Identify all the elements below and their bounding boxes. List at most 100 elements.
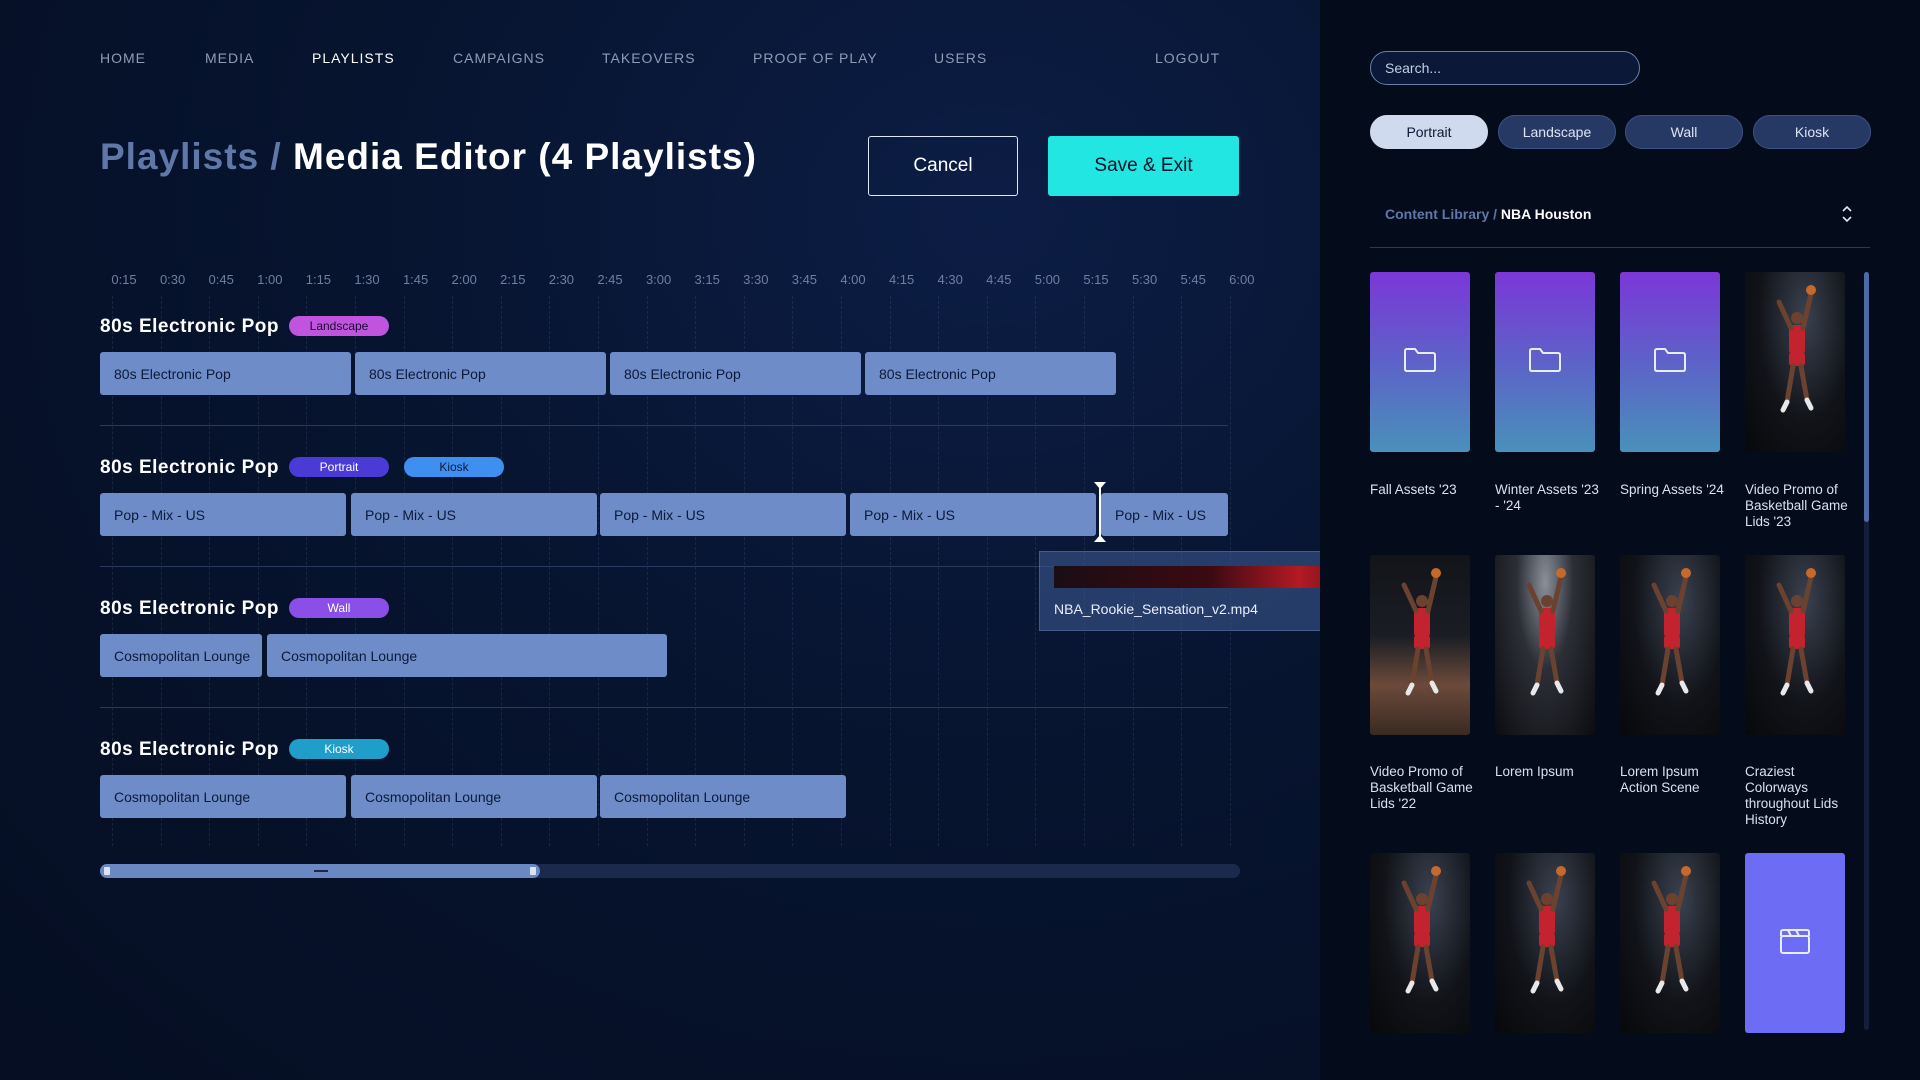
playlist-clip[interactable]: 80s Electronic Pop bbox=[100, 352, 351, 395]
library-tile-label: Craziest Colorways throughout Lids Histo… bbox=[1745, 764, 1839, 827]
nav-home[interactable]: HOME bbox=[100, 50, 146, 66]
clapperboard-icon bbox=[1778, 927, 1812, 960]
row-divider bbox=[100, 707, 1228, 708]
scrollbar-right-handle[interactable] bbox=[530, 867, 536, 875]
nav-takeovers[interactable]: TAKEOVERS bbox=[602, 50, 696, 66]
content-library-panel: Portrait Landscape Wall Kiosk Content Libra… bbox=[1320, 0, 1920, 1080]
library-image-tile[interactable] bbox=[1745, 555, 1845, 735]
sort-toggle-icon[interactable] bbox=[1840, 203, 1854, 225]
timeline-tick-label: 0:15 bbox=[111, 272, 137, 287]
library-image-tile[interactable] bbox=[1495, 555, 1595, 735]
playlist-clip[interactable]: Cosmopolitan Lounge bbox=[100, 634, 262, 677]
playlist-row-title: 80s Electronic Pop bbox=[100, 739, 280, 760]
library-tile-label: Video Promo of Basketball Game Lids '22 bbox=[1370, 764, 1473, 811]
orientation-badge: Wall bbox=[289, 598, 389, 618]
nav-campaigns[interactable]: CAMPAIGNS bbox=[453, 50, 545, 66]
timeline-tick-label: 4:30 bbox=[937, 272, 963, 287]
library-image-tile[interactable] bbox=[1495, 853, 1595, 1033]
playlist-clip[interactable]: Cosmopolitan Lounge bbox=[100, 775, 346, 818]
filter-landscape[interactable]: Landscape bbox=[1498, 115, 1616, 149]
library-tile-label: Lorem Ipsum bbox=[1495, 764, 1574, 779]
editor-main: HOME MEDIA PLAYLISTS CAMPAIGNS TAKEOVERS PROO… bbox=[0, 0, 1514, 1080]
orientation-badge: Landscape bbox=[289, 316, 389, 336]
divider bbox=[1370, 247, 1870, 248]
orientation-badge: Portrait bbox=[289, 457, 389, 477]
filter-wall[interactable]: Wall bbox=[1625, 115, 1743, 149]
playlist-clip[interactable]: 80s Electronic Pop bbox=[610, 352, 861, 395]
library-video-tile[interactable] bbox=[1745, 853, 1845, 1033]
scrollbar-left-handle[interactable] bbox=[104, 867, 110, 875]
playlist-row-title: 80s Electronic Pop bbox=[100, 598, 280, 619]
playlist-clip[interactable]: Cosmopolitan Lounge bbox=[351, 775, 597, 818]
library-folder-tile[interactable] bbox=[1620, 272, 1720, 452]
timeline-tick-label: 4:00 bbox=[840, 272, 866, 287]
library-vertical-scrollbar[interactable] bbox=[1864, 272, 1869, 1030]
timeline-tick-label: 5:00 bbox=[1034, 272, 1061, 287]
cancel-button[interactable]: Cancel bbox=[868, 136, 1018, 196]
playlist-clip[interactable]: Pop - Mix - US bbox=[1101, 493, 1228, 536]
library-image-tile[interactable] bbox=[1370, 555, 1470, 735]
timeline-tick-label: 0:45 bbox=[208, 272, 234, 287]
nav-users[interactable]: USERS bbox=[934, 50, 987, 66]
folder-icon bbox=[1653, 347, 1687, 378]
top-nav: HOME MEDIA PLAYLISTS CAMPAIGNS TAKEOVERS PROO… bbox=[100, 50, 1220, 66]
timeline-tick-label: 2:45 bbox=[597, 272, 623, 287]
filter-portrait[interactable]: Portrait bbox=[1370, 115, 1488, 149]
timeline-scrollbar-thumb[interactable] bbox=[100, 864, 540, 878]
library-tile-label: Fall Assets '23 bbox=[1370, 482, 1457, 497]
library-folder-tile[interactable] bbox=[1370, 272, 1470, 452]
search-input[interactable] bbox=[1370, 51, 1640, 85]
timeline-tick-label: 5:30 bbox=[1131, 272, 1158, 287]
orientation-badge: Kiosk bbox=[404, 457, 504, 477]
playlist-clip[interactable]: Pop - Mix - US bbox=[100, 493, 346, 536]
library-parent-link[interactable]: Content Library / bbox=[1385, 206, 1497, 222]
nav-logout[interactable]: LOGOUT bbox=[1155, 50, 1220, 66]
nav-proof-of-play[interactable]: PROOF OF PLAY bbox=[753, 50, 878, 66]
library-tile-label: Spring Assets '24 bbox=[1620, 482, 1724, 497]
timeline-tick-label: 1:00 bbox=[257, 272, 283, 287]
playlist-clip[interactable]: Cosmopolitan Lounge bbox=[267, 634, 667, 677]
scrollbar-grip-icon bbox=[314, 870, 328, 872]
timeline-tick-label: 2:15 bbox=[500, 272, 526, 287]
playlist-clip[interactable]: Pop - Mix - US bbox=[850, 493, 1096, 536]
playlist-clip[interactable]: 80s Electronic Pop bbox=[865, 352, 1116, 395]
playlist-clip[interactable]: Pop - Mix - US bbox=[351, 493, 597, 536]
drag-preview-filename: NBA_Rookie_Sensation_v2.mp4 bbox=[1054, 601, 1258, 617]
timeline-tick-label: 1:15 bbox=[305, 272, 332, 287]
library-tile-label: Lorem Ipsum Action Scene bbox=[1620, 764, 1700, 795]
timeline-tick-label: 3:15 bbox=[694, 272, 720, 287]
insertion-marker[interactable] bbox=[1094, 482, 1106, 542]
library-image-tile[interactable] bbox=[1620, 853, 1720, 1033]
breadcrumb-parent-link[interactable]: Playlists / bbox=[100, 136, 282, 177]
folder-icon bbox=[1403, 347, 1437, 378]
folder-icon bbox=[1528, 347, 1562, 378]
playlist-clip[interactable]: 80s Electronic Pop bbox=[355, 352, 606, 395]
timeline-tick-label: 1:30 bbox=[354, 272, 380, 287]
playlist-row-title: 80s Electronic Pop bbox=[100, 316, 280, 337]
timeline-tick-label: 5:45 bbox=[1180, 272, 1206, 287]
library-image-tile[interactable] bbox=[1745, 272, 1845, 452]
nav-media[interactable]: MEDIA bbox=[205, 50, 254, 66]
timeline-tick-label: 0:30 bbox=[159, 272, 186, 287]
playlist-clip[interactable]: Pop - Mix - US bbox=[600, 493, 846, 536]
library-image-tile[interactable] bbox=[1370, 853, 1470, 1033]
orientation-badge: Kiosk bbox=[289, 739, 389, 759]
save-and-exit-button[interactable]: Save & Exit bbox=[1048, 136, 1239, 196]
library-tile-label: Video Promo of Basketball Game Lids '23 bbox=[1745, 482, 1848, 529]
library-folder-tile[interactable] bbox=[1495, 272, 1595, 452]
library-scrollbar-thumb[interactable] bbox=[1864, 272, 1869, 522]
timeline-tick-label: 5:15 bbox=[1083, 272, 1109, 287]
playlist-row-title: 80s Electronic Pop bbox=[100, 457, 280, 478]
breadcrumb: Playlists / Media Editor (4 Playlists) bbox=[100, 136, 757, 178]
filter-kiosk[interactable]: Kiosk bbox=[1753, 115, 1871, 149]
timeline-horizontal-scrollbar[interactable] bbox=[100, 864, 1240, 878]
library-current-folder: NBA Houston bbox=[1500, 206, 1592, 222]
timeline-tick-label: 3:00 bbox=[645, 272, 672, 287]
playlist-clip[interactable]: Cosmopolitan Lounge bbox=[600, 775, 846, 818]
nav-playlists[interactable]: PLAYLISTS bbox=[312, 50, 395, 66]
timeline-tick-label: 6:00 bbox=[1229, 272, 1255, 287]
page-title: Media Editor (4 Playlists) bbox=[293, 136, 757, 177]
library-tile-label: Winter Assets '23 - '24 bbox=[1495, 482, 1599, 513]
library-image-tile[interactable] bbox=[1620, 555, 1720, 735]
timeline-tick-label: 3:45 bbox=[791, 272, 818, 287]
